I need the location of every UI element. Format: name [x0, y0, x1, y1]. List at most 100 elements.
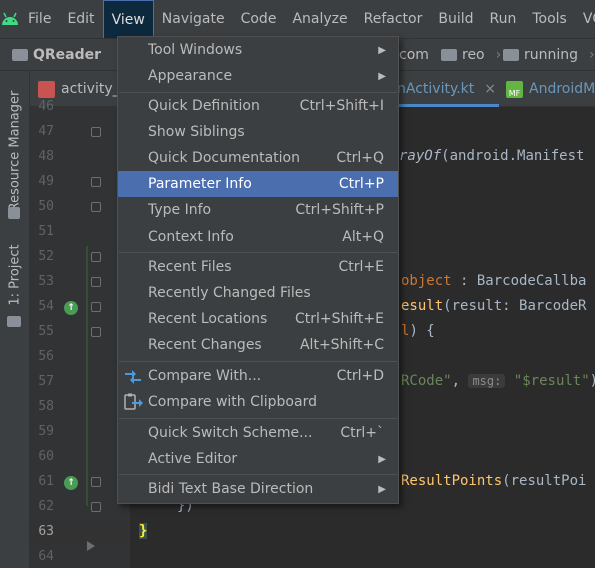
line-number: 46 [38, 99, 54, 114]
menu-item-shortcut: Alt+Shift+C [299, 337, 384, 353]
layout-file-icon [38, 80, 55, 98]
code-line-55: l) { [401, 323, 435, 339]
line-number: 54 [38, 299, 54, 314]
override-marker-icon[interactable]: ↑ [64, 476, 78, 490]
fold-marker-icon[interactable] [91, 302, 101, 312]
menu-item-tool-windows[interactable]: Tool Windows ▶ [118, 37, 398, 63]
menu-item-shortcut: Ctrl+` [340, 425, 384, 441]
menu-item-recent-files[interactable]: Recent Files Ctrl+E [118, 254, 398, 280]
breadcrumb-running[interactable]: running › [503, 47, 595, 63]
menu-item-label: Active Editor [148, 451, 238, 467]
menu-tools[interactable]: Tools [524, 0, 575, 38]
menu-item-quick-switch-scheme[interactable]: Quick Switch Scheme... Ctrl+` [118, 420, 398, 446]
menu-item-shortcut: Alt+Q [342, 229, 384, 245]
menu-item-active-editor[interactable]: Active Editor ▶ [118, 446, 398, 472]
code-line-61: ResultPoints(resultPoi [401, 473, 586, 489]
run-gutter-icon[interactable] [87, 541, 95, 551]
menu-item-recently-changed-files[interactable]: Recently Changed Files [118, 280, 398, 306]
chevron-right-icon: › [589, 46, 595, 63]
menu-item-label: Recent Locations [148, 311, 268, 327]
line-number: 51 [38, 224, 54, 239]
menu-file[interactable]: File [20, 0, 59, 38]
submenu-arrow-icon: ▶ [378, 453, 386, 465]
menu-item-label: Quick Documentation [148, 150, 300, 166]
breadcrumb-reo-label: reo [462, 46, 485, 63]
menu-item-label: Compare with Clipboard [148, 394, 317, 410]
code-token-string: RCode" [401, 373, 452, 389]
fold-marker-icon[interactable] [91, 502, 101, 512]
menu-item-appearance[interactable]: Appearance ▶ [118, 63, 398, 89]
line-number: 58 [38, 399, 54, 414]
manifest-icon-label: MF [508, 88, 521, 98]
menu-code[interactable]: Code [233, 0, 285, 38]
fold-marker-icon[interactable] [91, 477, 101, 487]
left-tool-strip: Resource Manager 1: Project [0, 71, 30, 568]
line-number-current: 63 [38, 524, 54, 539]
line-number: 57 [38, 374, 54, 389]
menu-item-type-info[interactable]: Type Info Ctrl+Shift+P [118, 197, 398, 223]
menu-item-parameter-info[interactable]: Parameter Info Ctrl+P [118, 171, 398, 197]
code-token-function-call: rayOf [399, 148, 442, 164]
menu-item-label: Quick Switch Scheme... [148, 425, 313, 441]
menu-navigate[interactable]: Navigate [154, 0, 233, 38]
breadcrumb-reo[interactable]: reo › [441, 47, 507, 63]
menu-run[interactable]: Run [482, 0, 525, 38]
menu-item-shortcut: Ctrl+Shift+E [294, 311, 384, 327]
menu-analyze[interactable]: Analyze [284, 0, 355, 38]
line-number: 64 [38, 549, 54, 564]
menu-item-show-siblings[interactable]: Show Siblings [118, 119, 398, 145]
fold-marker-icon[interactable] [91, 277, 101, 287]
menu-item-quick-documentation[interactable]: Quick Documentation Ctrl+Q [118, 145, 398, 171]
code-token-brace: ) { [409, 323, 435, 339]
line-number: 47 [38, 124, 54, 139]
menu-item-quick-definition[interactable]: Quick Definition Ctrl+Shift+I [118, 93, 398, 119]
tab-activity-layout-label: activity_ [61, 81, 120, 97]
code-token-args: (resultPoi [502, 473, 587, 489]
code-token-args: (android.Manifest [441, 148, 585, 164]
parameter-hint: msg: [468, 374, 506, 388]
close-icon[interactable]: × [484, 81, 496, 97]
code-token-function-name: esult [401, 298, 444, 314]
code-line-48: rayOf(android.Manifest [399, 148, 584, 164]
menu-item-recent-changes[interactable]: Recent Changes Alt+Shift+C [118, 332, 398, 358]
fold-marker-icon[interactable] [91, 202, 101, 212]
breadcrumb-running-label: running [524, 46, 579, 63]
menu-item-label: Parameter Info [148, 176, 252, 192]
menu-item-context-info[interactable]: Context Info Alt+Q [118, 224, 398, 250]
menu-item-shortcut: Ctrl+Q [336, 150, 384, 166]
fold-marker-icon[interactable] [91, 127, 101, 137]
menu-vcs[interactable]: VC [575, 0, 595, 38]
code-token-function-name: ResultPoints [401, 473, 503, 489]
menu-build[interactable]: Build [430, 0, 481, 38]
breadcrumb-project[interactable]: QReader [12, 47, 101, 63]
menu-item-label: Type Info [148, 202, 212, 218]
line-number: 53 [38, 274, 54, 289]
menu-edit[interactable]: Edit [59, 0, 102, 38]
fold-marker-icon[interactable] [91, 177, 101, 187]
menu-item-bidi-text-base-direction[interactable]: Bidi Text Base Direction ▶ [118, 476, 398, 502]
tab-main-activity-label: nActivity.kt [397, 81, 475, 97]
menu-item-compare-with[interactable]: Compare With... Ctrl+D [118, 363, 398, 389]
code-line-57: RCode", msg: "$result") [401, 373, 595, 389]
line-number: 60 [38, 449, 54, 464]
menu-item-label: Recent Changes [148, 337, 262, 353]
menu-separator [119, 418, 397, 419]
menu-item-label: Recent Files [148, 259, 232, 275]
code-token-keyword: object [401, 273, 452, 289]
fold-marker-icon[interactable] [91, 327, 101, 337]
submenu-arrow-icon: ▶ [378, 44, 386, 56]
menu-item-shortcut: Ctrl+Shift+I [299, 98, 384, 114]
menu-view[interactable]: View [102, 0, 154, 38]
code-line-54: esult(result: BarcodeR [401, 298, 586, 314]
menu-refactor[interactable]: Refactor [356, 0, 431, 38]
menu-separator [119, 252, 397, 253]
tab-main-activity[interactable]: nActivity.kt × [397, 71, 496, 107]
tab-android-manifest[interactable]: MF AndroidM [506, 71, 595, 107]
line-number: 52 [38, 249, 54, 264]
override-marker-icon[interactable]: ↑ [64, 301, 78, 315]
menu-item-label: Appearance [148, 68, 233, 84]
menu-item-compare-with-clipboard[interactable]: Compare with Clipboard [118, 389, 398, 415]
fold-marker-icon[interactable] [91, 252, 101, 262]
menu-item-recent-locations[interactable]: Recent Locations Ctrl+Shift+E [118, 306, 398, 332]
line-number: 56 [38, 349, 54, 364]
